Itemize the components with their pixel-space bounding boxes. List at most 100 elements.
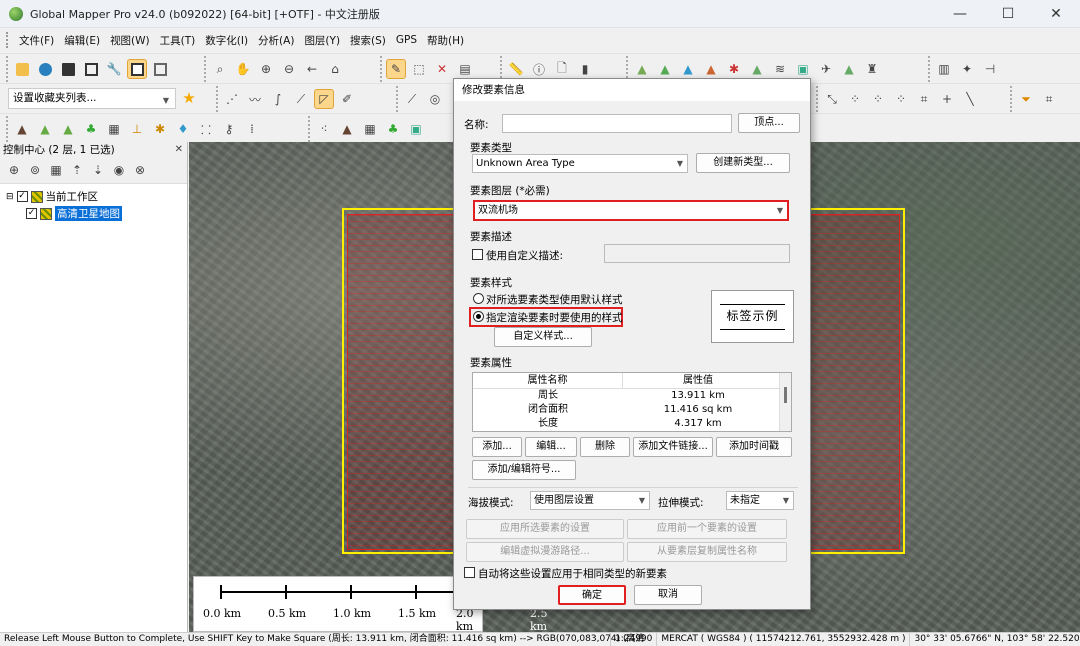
vertex-delete-icon[interactable]: ⁘ [891, 89, 911, 109]
globe-icon[interactable] [35, 59, 55, 79]
edit-fly-path-button[interactable]: 编辑虚拟漫游路径... [466, 542, 624, 562]
vertex-add-icon[interactable]: ⁘ [868, 89, 888, 109]
satellite-icon[interactable]: ✈ [816, 59, 836, 79]
draw-polyline-icon[interactable]: 〰 [245, 89, 265, 109]
add-file-link-button[interactable]: 添加文件链接... [633, 437, 713, 457]
vertex-move-icon[interactable]: ⁘ [845, 89, 865, 109]
specify-style-radio[interactable] [473, 311, 484, 322]
tower-point-icon[interactable]: ⊥ [127, 119, 147, 139]
minimize-button[interactable]: — [936, 0, 984, 28]
attr-scrollbar[interactable] [779, 373, 791, 431]
draw-curve-icon[interactable]: ∫ [268, 89, 288, 109]
workspace-checkbox[interactable]: ✓ [16, 191, 28, 202]
overview-icon[interactable] [150, 59, 170, 79]
star-favorite-icon[interactable]: ★ [179, 88, 199, 108]
table-row[interactable]: 长度 4.317 km [473, 417, 791, 431]
draw-line-icon[interactable]: ⋰ [222, 89, 242, 109]
menu-layer[interactable]: 图层(Y) [299, 33, 345, 48]
control-center-icon[interactable] [127, 59, 147, 79]
contour-icon[interactable]: ▲ [655, 59, 675, 79]
info-icon[interactable]: ⓘ [529, 59, 549, 79]
custom-style-button[interactable]: 自定义样式... [494, 327, 592, 347]
hill-icon[interactable]: ▲ [35, 119, 55, 139]
watershed-icon[interactable]: ▲ [678, 59, 698, 79]
create-type-button[interactable]: 创建新类型... [696, 153, 790, 173]
tree-classify-icon[interactable]: ♣ [383, 119, 403, 139]
layer-table-icon[interactable]: ▦ [48, 162, 64, 178]
point-cloud-icon[interactable]: ⁖ [314, 119, 334, 139]
table-row[interactable]: 闭合面积 11.416 sq km [473, 403, 791, 417]
ok-button[interactable]: 确定 [558, 585, 626, 605]
profile-icon[interactable]: ≋ [770, 59, 790, 79]
draw-polygon-icon[interactable]: ◸ [314, 89, 334, 109]
copy-attr-names-button[interactable]: 从要素层复制属性名称 [627, 542, 787, 562]
cut-fill-icon[interactable]: ▲ [839, 59, 859, 79]
gps-device-icon[interactable]: ▮ [575, 59, 595, 79]
grid-icon[interactable]: ⌗ [1039, 89, 1059, 109]
home-icon[interactable]: ⌂ [325, 59, 345, 79]
split-line-icon[interactable]: ⤡ [822, 89, 842, 109]
path-profile-icon[interactable]: ⊣ [980, 59, 1000, 79]
document-icon[interactable]: 🗋 [552, 59, 572, 79]
volume-icon[interactable]: ▲ [747, 59, 767, 79]
tree-item-satellite-map[interactable]: ✓ 高清卫星地图 [6, 205, 181, 222]
feature-layer-select[interactable]: 双流机场 ▼ [473, 200, 789, 221]
save-icon[interactable] [58, 59, 78, 79]
tower-icon[interactable]: ♜ [862, 59, 882, 79]
layer-visibility-icon[interactable]: ◉ [111, 162, 127, 178]
crosshair-icon[interactable]: + [937, 89, 957, 109]
cancel-button[interactable]: 取消 [634, 585, 702, 605]
menu-analysis[interactable]: 分析(A) [253, 33, 299, 48]
filter-icon[interactable]: ⏷ [1016, 89, 1036, 109]
tree-icon[interactable]: ♣ [81, 119, 101, 139]
lidar-icon[interactable]: ✱ [724, 59, 744, 79]
menu-file[interactable]: 文件(F) [14, 33, 59, 48]
peak-icon[interactable]: ▲ [58, 119, 78, 139]
fly-through-icon[interactable]: ✦ [957, 59, 977, 79]
favorites-combo[interactable]: 设置收藏夹列表... ▼ [8, 88, 176, 109]
grid-points-icon[interactable]: ⁞ [242, 119, 262, 139]
zoom-in-icon[interactable]: ⊕ [256, 59, 276, 79]
apply-previous-settings-button[interactable]: 应用前一个要素的设置 [627, 519, 787, 539]
add-timestamp-button[interactable]: 添加时间戳 [716, 437, 792, 457]
menu-digitize[interactable]: 数字化(I) [200, 33, 253, 48]
default-style-radio[interactable] [473, 293, 484, 304]
back-arrow-icon[interactable]: ← [302, 59, 322, 79]
menu-tools[interactable]: 工具(T) [155, 33, 201, 48]
satellite-layer-checkbox[interactable]: ✓ [26, 208, 37, 219]
tree-item-workspace[interactable]: ⊟ ✓ 当前工作区 [6, 188, 181, 205]
measure-line-icon[interactable]: ╲ [960, 89, 980, 109]
edit-attr-button[interactable]: 编辑... [525, 437, 577, 457]
menu-edit[interactable]: 编辑(E) [59, 33, 105, 48]
mountain-icon[interactable]: ▲ [12, 119, 32, 139]
panel-close-icon[interactable]: ✕ [175, 142, 183, 158]
layer-add-icon[interactable]: ⊕ [6, 162, 22, 178]
terrain-icon[interactable]: ▲ [632, 59, 652, 79]
edit-vertex-icon[interactable]: ⟋ [402, 89, 422, 109]
raster-calc-icon[interactable]: ▣ [793, 59, 813, 79]
open-folder-icon[interactable] [12, 59, 32, 79]
key-icon[interactable]: ⚷ [219, 119, 239, 139]
layer-options-icon[interactable]: ⊚ [27, 162, 43, 178]
palm-icon[interactable]: ✱ [150, 119, 170, 139]
wrench-icon[interactable]: 🔧 [104, 59, 124, 79]
delete-x-icon[interactable]: ✕ [432, 59, 452, 79]
zoom-select-icon[interactable]: ⌕ [210, 59, 230, 79]
viewshed-icon[interactable]: ▲ [701, 59, 721, 79]
water-drop-icon[interactable]: ♦ [173, 119, 193, 139]
elevation-point-icon[interactable]: ⸬ [196, 119, 216, 139]
custom-desc-input[interactable] [604, 244, 790, 263]
maximize-button[interactable]: ☐ [984, 0, 1032, 28]
lidar-mountain-icon[interactable]: ▲ [337, 119, 357, 139]
rect-select-icon[interactable]: ⬚ [409, 59, 429, 79]
3d-view-icon[interactable]: ▥ [934, 59, 954, 79]
ruler-icon[interactable]: 📏 [506, 59, 526, 79]
auto-apply-checkbox[interactable] [464, 567, 475, 578]
building-icon[interactable]: ▦ [104, 119, 124, 139]
extrude-mode-select[interactable]: 未指定 ▼ [726, 491, 794, 510]
target-icon[interactable]: ◎ [425, 89, 445, 109]
toolbar-grip[interactable] [6, 32, 9, 48]
zoom-out-icon[interactable]: ⊖ [279, 59, 299, 79]
feature-info-icon[interactable]: ▤ [455, 59, 475, 79]
feature-type-select[interactable]: Unknown Area Type ▼ [472, 154, 688, 173]
